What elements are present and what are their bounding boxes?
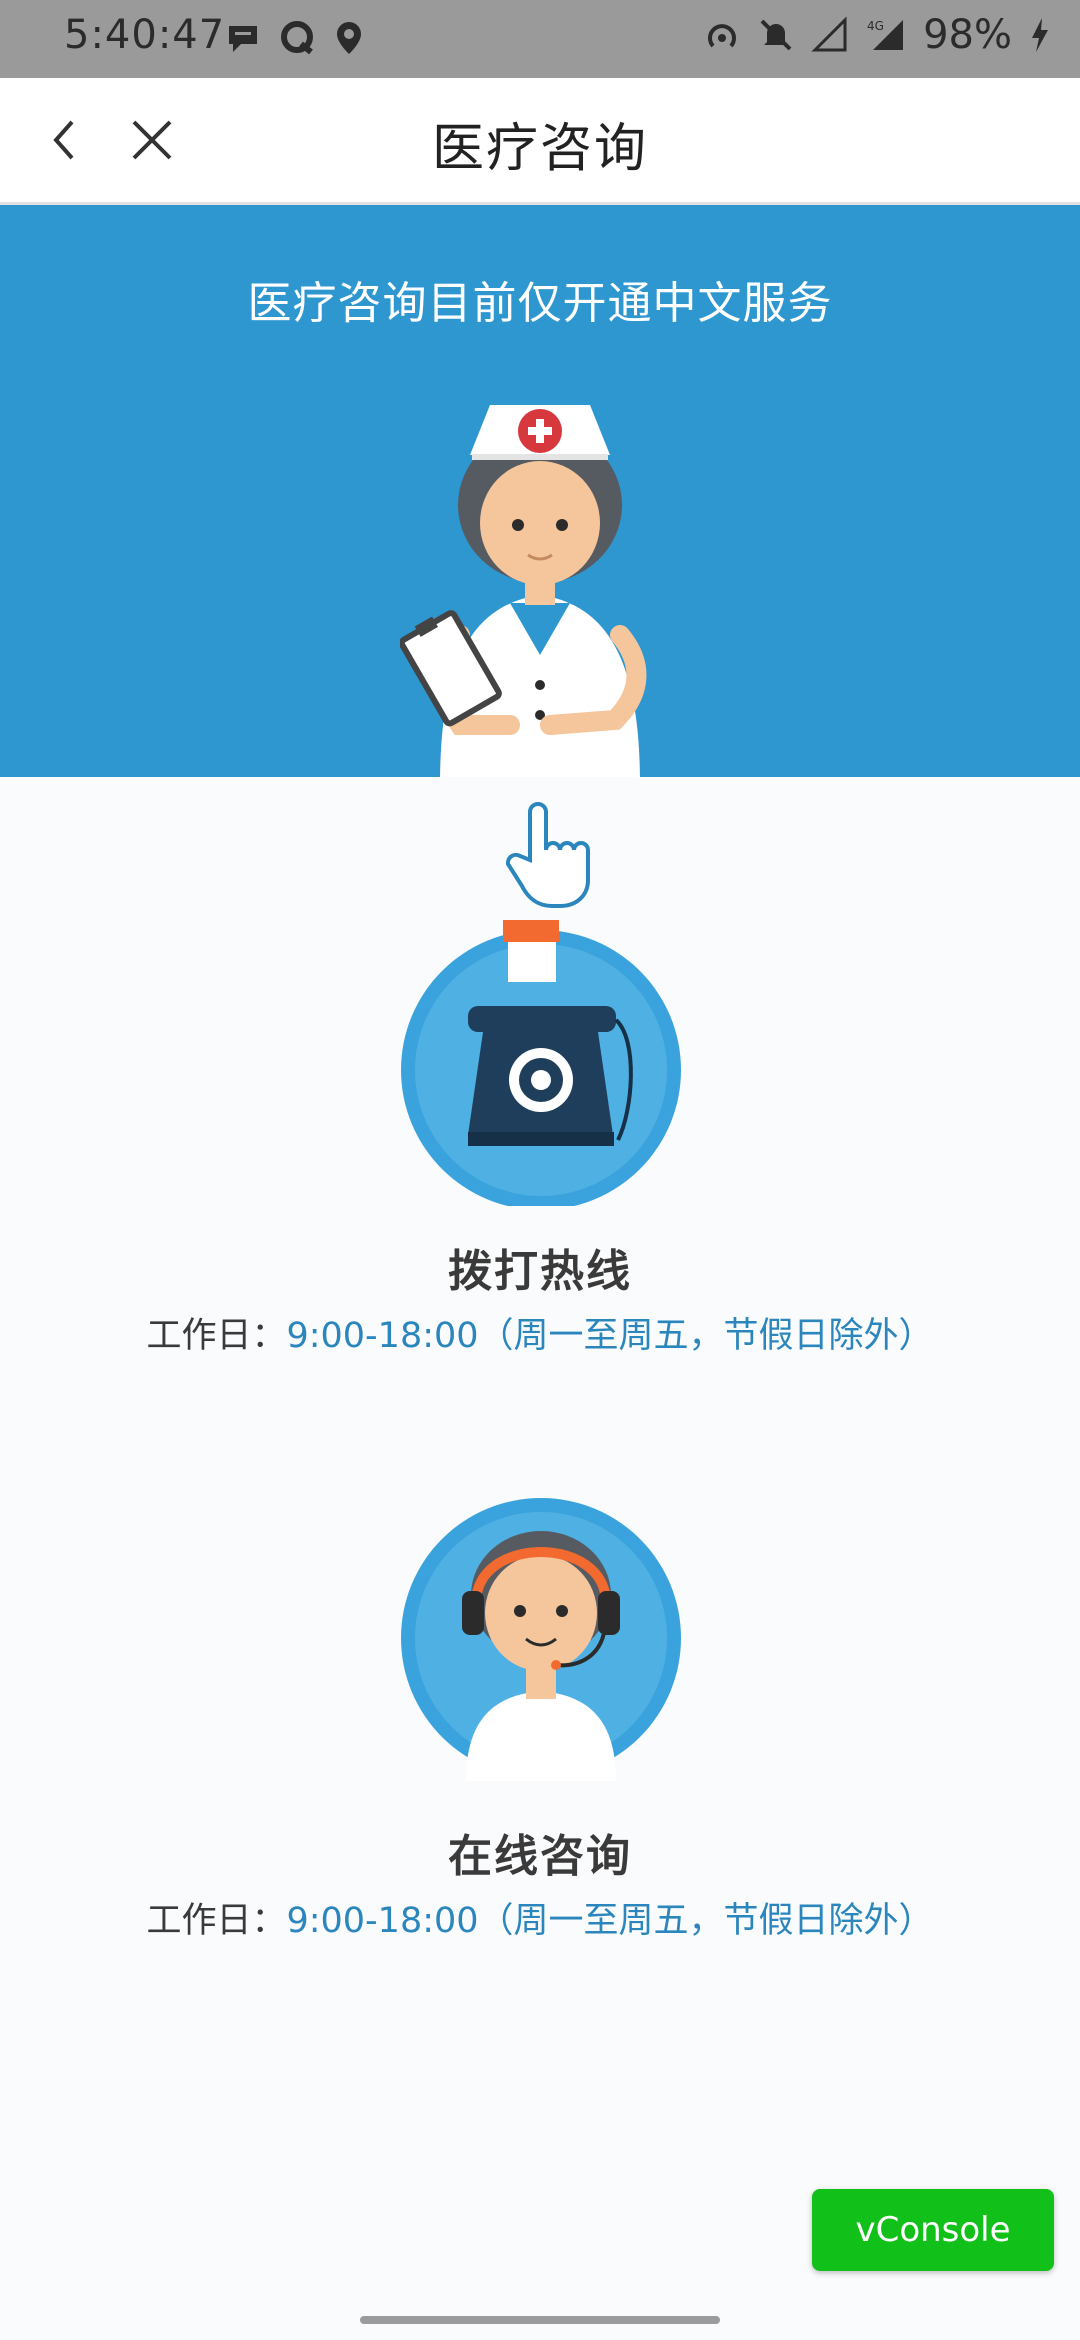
online-consult-service[interactable]: 在线咨询 工作日：9:00-18:00（周一至周五，节假日除外） [0,1490,1080,1943]
hours-value: 9:00-18:00（周一至周五，节假日除外） [286,1901,934,1941]
battery-percent: 98% [923,12,1012,58]
hotline-service[interactable]: 拨打热线 工作日：9:00-18:00（周一至周五，节假日除外） [0,905,1080,1358]
hours-label: 工作日： [146,1901,287,1941]
location-pin-icon [337,22,361,54]
bell-off-icon [760,19,792,51]
4g-signal-icon: 4G [867,19,904,50]
charging-icon [1032,18,1048,52]
signal-icon [811,16,847,52]
online-consult-hours: 工作日：9:00-18:00（周一至周五，节假日除外） [0,1892,1080,1943]
status-time: 5:40:47 [64,12,226,58]
home-indicator[interactable] [360,2316,720,2324]
status-left-icons [225,20,365,56]
hours-label: 工作日： [146,1316,287,1356]
message-icon [229,26,257,52]
hand-pointer-icon [505,802,590,908]
telephone-icon[interactable] [398,920,684,1206]
svg-text:4G: 4G [867,19,884,33]
hotline-hours: 工作日：9:00-18:00（周一至周五，节假日除外） [0,1307,1080,1358]
banner-notice: 医疗咨询目前仅开通中文服务 [247,278,833,329]
hotspot-icon [708,24,737,48]
customer-service-agent-icon[interactable] [398,1495,684,1781]
hours-value: 9:00-18:00（周一至周五，节假日除外） [286,1316,934,1356]
status-right: 4G 98% [703,12,1050,58]
hotline-title: 拨打热线 [448,1246,632,1297]
vconsole-button[interactable]: vConsole [812,2189,1054,2271]
page-title: 医疗咨询 [431,119,648,179]
online-consult-title: 在线咨询 [448,1831,632,1882]
chat-icon [281,21,313,55]
nav-bar: 医疗咨询 [0,78,1080,205]
status-bar: 5:40:47 4G 98% [0,0,1080,78]
banner: 医疗咨询目前仅开通中文服务 [0,205,1080,777]
nurse-illustration [400,405,647,777]
